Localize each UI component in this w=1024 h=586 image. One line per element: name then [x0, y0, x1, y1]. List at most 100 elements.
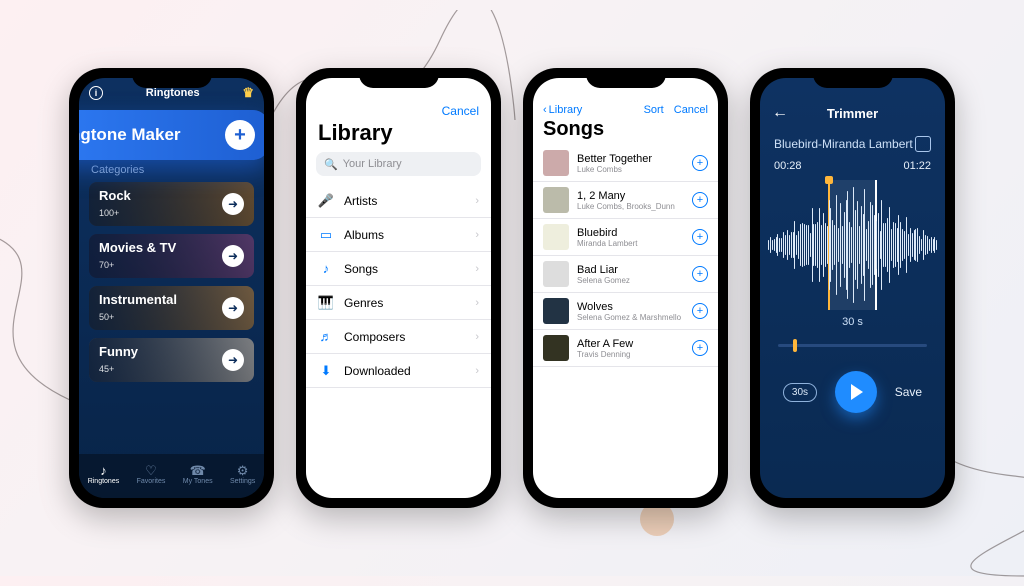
notch [586, 68, 666, 88]
tab-ringtones[interactable]: ♪Ringtones [88, 464, 120, 485]
add-icon[interactable]: + [692, 303, 708, 319]
song-row[interactable]: BluebirdMiranda Lambert + [533, 219, 718, 256]
category-list: Rock 100+ ➜ Movies & TV 70+ ➜ Instrument… [79, 182, 264, 382]
song-list: Better TogetherLuke Combs + 1, 2 ManyLuke… [533, 145, 718, 367]
song-row[interactable]: After A FewTravis Denning+ [533, 330, 718, 367]
category-name: Movies & TV [99, 240, 176, 255]
back-button[interactable]: ‹Library [543, 104, 582, 116]
add-icon[interactable]: + [692, 340, 708, 356]
add-icon[interactable]: + [692, 192, 708, 208]
save-button[interactable]: Save [895, 385, 922, 399]
position-slider[interactable] [778, 344, 927, 347]
chevron-right-icon: › [475, 365, 479, 377]
notch [359, 68, 439, 88]
arrow-right-icon[interactable]: ➜ [222, 297, 244, 319]
album-art [543, 150, 569, 176]
song-row[interactable]: 1, 2 ManyLuke Combs, Brooks_Dunn+ [533, 182, 718, 219]
song-artist: Selena Gomez [577, 276, 684, 285]
category-movies-tv[interactable]: Movies & TV 70+ ➜ [89, 234, 254, 278]
genres-icon: 🎹 [318, 295, 334, 311]
back-arrow-icon[interactable]: ← [772, 104, 788, 122]
chevron-left-icon: ‹ [543, 104, 547, 116]
song-artist: Luke Combs [577, 165, 684, 174]
library-row-albums[interactable]: ▭Albums› [306, 218, 491, 252]
maker-label: Ringtone Maker [79, 125, 181, 145]
library-row-downloaded[interactable]: ⬇Downloaded› [306, 354, 491, 388]
category-count: 45+ [99, 364, 114, 374]
song-row[interactable]: Bad LiarSelena Gomez + [533, 256, 718, 293]
library-row-composers[interactable]: ♬Composers› [306, 320, 491, 354]
page-title: Songs [543, 118, 708, 141]
cancel-button[interactable]: Cancel [442, 104, 479, 118]
song-title: Bad Liar [577, 264, 684, 276]
category-count: 70+ [99, 260, 114, 270]
category-funny[interactable]: Funny 45+ ➜ [89, 338, 254, 382]
gear-icon: ⚙ [237, 464, 249, 477]
page-title: Trimmer [827, 106, 878, 121]
add-icon[interactable]: + [692, 266, 708, 282]
tab-bar: ♪Ringtones ♡Favorites ☎My Tones ⚙Setting… [79, 454, 264, 498]
info-icon[interactable]: i [89, 86, 103, 100]
chevron-right-icon: › [475, 331, 479, 343]
library-list: 🎤Artists› ▭Albums› ♪Songs› 🎹Genres› ♬Com… [306, 184, 491, 388]
crown-icon[interactable]: ♛ [242, 85, 254, 101]
waveform-bars [764, 180, 941, 310]
library-row-genres[interactable]: 🎹Genres› [306, 286, 491, 320]
album-art [543, 335, 569, 361]
chevron-right-icon: › [475, 195, 479, 207]
tab-favorites[interactable]: ♡Favorites [137, 464, 166, 485]
song-row[interactable]: WolvesSelena Gomez & Marshmello + [533, 293, 718, 330]
preset-30s-button[interactable]: 30s [783, 383, 817, 402]
slider-knob[interactable] [793, 339, 797, 352]
microphone-icon: 🎤 [318, 193, 334, 209]
library-row-songs[interactable]: ♪Songs› [306, 252, 491, 286]
ringtone-maker-card[interactable]: Ringtone Maker + [79, 110, 264, 160]
category-count: 100+ [99, 208, 119, 218]
music-note-icon: ♪ [318, 261, 334, 276]
album-art [543, 187, 569, 213]
notch [813, 68, 893, 88]
track-title: Bluebird-Miranda Lambert [774, 137, 913, 151]
edit-icon[interactable] [915, 136, 931, 152]
cancel-button[interactable]: Cancel [674, 104, 708, 116]
row-label: Albums [344, 228, 384, 242]
add-icon[interactable]: + [225, 120, 255, 150]
category-rock[interactable]: Rock 100+ ➜ [89, 182, 254, 226]
phone-library: Cancel Library 🔍 Your Library 🎤Artists› … [296, 68, 501, 508]
page-title: Library [318, 120, 479, 146]
waveform[interactable] [764, 180, 941, 310]
song-artist: Miranda Lambert [577, 239, 684, 248]
arrow-right-icon[interactable]: ➜ [222, 349, 244, 371]
tab-settings[interactable]: ⚙Settings [230, 464, 255, 485]
arrow-right-icon[interactable]: ➜ [222, 245, 244, 267]
chevron-right-icon: › [475, 263, 479, 275]
tab-label: Settings [230, 478, 255, 485]
time-row: 00:28 01:22 [760, 152, 945, 172]
song-title: Better Together [577, 153, 684, 165]
library-row-artists[interactable]: 🎤Artists› [306, 184, 491, 218]
add-icon[interactable]: + [692, 229, 708, 245]
tab-my-tones[interactable]: ☎My Tones [183, 464, 213, 485]
sort-button[interactable]: Sort [644, 104, 664, 116]
song-title: Bluebird [577, 227, 684, 239]
tab-label: Favorites [137, 478, 166, 485]
heart-icon: ♡ [145, 464, 157, 477]
play-button[interactable] [835, 371, 877, 413]
chevron-right-icon: › [475, 229, 479, 241]
search-input[interactable]: 🔍 Your Library [316, 152, 481, 176]
song-title: Wolves [577, 301, 684, 313]
search-icon: 🔍 [324, 158, 338, 171]
song-row[interactable]: Better TogetherLuke Combs + [533, 145, 718, 182]
album-art [543, 298, 569, 324]
arrow-right-icon[interactable]: ➜ [222, 193, 244, 215]
tab-label: Ringtones [88, 478, 120, 485]
row-label: Genres [344, 296, 383, 310]
song-artist: Selena Gomez & Marshmello [577, 313, 684, 322]
category-instrumental[interactable]: Instrumental 50+ ➜ [89, 286, 254, 330]
section-label-categories: Categories [91, 164, 264, 176]
play-icon [851, 384, 863, 400]
category-name: Instrumental [99, 292, 177, 307]
add-icon[interactable]: + [692, 155, 708, 171]
category-name: Funny [99, 344, 138, 359]
song-artist: Travis Denning [577, 350, 684, 359]
